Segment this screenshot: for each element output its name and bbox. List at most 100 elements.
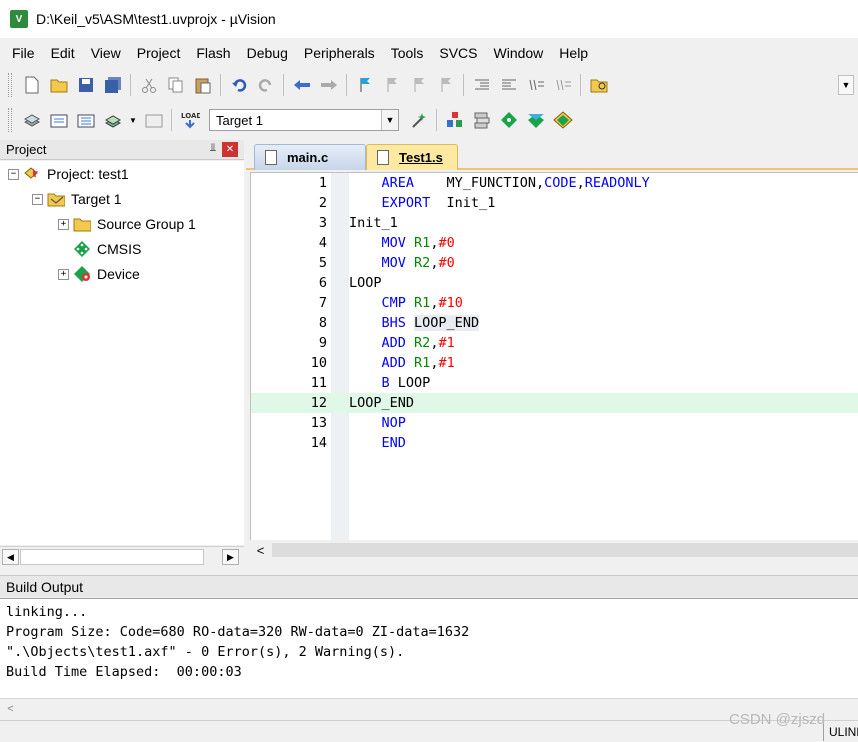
comment-icon[interactable] bbox=[524, 74, 547, 97]
paste-icon[interactable] bbox=[191, 74, 214, 97]
menu-svcs[interactable]: SVCS bbox=[431, 40, 485, 66]
tree-node-device[interactable]: + Device bbox=[58, 263, 140, 285]
navigate-back-icon[interactable] bbox=[290, 74, 313, 97]
code-line[interactable]: 2 EXPORT Init_1 bbox=[251, 193, 858, 213]
code-line-current[interactable]: 12 LOOP_END bbox=[251, 393, 858, 413]
project-hscrollbar[interactable]: ◀ ▶ bbox=[0, 546, 244, 566]
clear-bookmarks-icon[interactable] bbox=[434, 74, 457, 97]
project-icon bbox=[23, 165, 41, 183]
build-output-title: Build Output bbox=[6, 578, 84, 595]
menu-file[interactable]: File bbox=[4, 40, 43, 66]
navigate-forward-icon[interactable] bbox=[317, 74, 340, 97]
code-editor[interactable]: 1 AREA MY_FUNCTION,CODE,READONLY 2 EXPOR… bbox=[250, 172, 858, 549]
menu-window[interactable]: Window bbox=[486, 40, 552, 66]
manage-project-items-icon[interactable] bbox=[443, 109, 466, 132]
menu-debug[interactable]: Debug bbox=[239, 40, 296, 66]
tab-label: main.c bbox=[287, 150, 329, 165]
select-packs-icon[interactable] bbox=[524, 109, 547, 132]
code-line[interactable]: 7 CMP R1,#10 bbox=[251, 293, 858, 313]
new-file-icon[interactable] bbox=[20, 74, 43, 97]
toolbar-separator bbox=[580, 74, 581, 96]
code-line[interactable]: 6 LOOP bbox=[251, 273, 858, 293]
undo-icon[interactable] bbox=[227, 74, 250, 97]
menu-help[interactable]: Help bbox=[551, 40, 596, 66]
editor-hscrollbar[interactable]: < bbox=[250, 540, 858, 560]
file-toolbar: ▼ bbox=[0, 69, 858, 101]
code-line[interactable]: 10 ADD R1,#1 bbox=[251, 353, 858, 373]
target-select-value: Target 1 bbox=[216, 112, 263, 128]
save-all-icon[interactable] bbox=[101, 74, 124, 97]
toolbar-grip[interactable] bbox=[8, 73, 12, 97]
rebuild-icon[interactable] bbox=[74, 109, 97, 132]
uvision-icon: V bbox=[10, 10, 28, 28]
build-line: ".\Objects\test1.axf" - 0 Error(s), 2 Wa… bbox=[6, 644, 405, 660]
tree-node-project[interactable]: − Project: test1 bbox=[8, 163, 129, 185]
code-line[interactable]: 3 Init_1 bbox=[251, 213, 858, 233]
expand-icon[interactable]: + bbox=[58, 268, 69, 280]
stop-build-icon[interactable] bbox=[142, 109, 165, 132]
scroll-left-icon[interactable]: ◀ bbox=[2, 549, 19, 565]
translate-icon[interactable] bbox=[20, 109, 43, 132]
scroll-thumb[interactable] bbox=[272, 543, 858, 557]
tree-label-cmsis: CMSIS bbox=[97, 241, 142, 257]
target-folder-icon bbox=[47, 190, 65, 208]
toolbar-dropdown[interactable]: ▼ bbox=[838, 75, 854, 95]
code-line[interactable]: 1 AREA MY_FUNCTION,CODE,READONLY bbox=[251, 173, 858, 193]
tree-label-device: Device bbox=[97, 266, 140, 282]
toolbar-grip[interactable] bbox=[8, 108, 12, 132]
project-panel-header: Project ⫫ ✕ bbox=[0, 140, 244, 160]
code-line[interactable]: 11 B LOOP bbox=[251, 373, 858, 393]
unindent-icon[interactable] bbox=[497, 74, 520, 97]
tree-node-cmsis[interactable]: CMSIS bbox=[73, 238, 141, 260]
close-icon[interactable]: ✕ bbox=[222, 142, 238, 157]
collapse-icon[interactable]: − bbox=[8, 168, 19, 180]
code-line[interactable]: 9 ADD R2,#1 bbox=[251, 333, 858, 353]
chevron-down-icon[interactable]: ▼ bbox=[381, 110, 398, 130]
code-line[interactable]: 4 MOV R1,#0 bbox=[251, 233, 858, 253]
batch-build-dropdown[interactable]: ▼ bbox=[128, 109, 138, 132]
menu-view[interactable]: View bbox=[83, 40, 129, 66]
indent-icon[interactable] bbox=[470, 74, 493, 97]
target-select[interactable]: Target 1 ▼ bbox=[209, 109, 399, 131]
menu-flash[interactable]: Flash bbox=[188, 40, 238, 66]
scroll-thumb[interactable] bbox=[20, 549, 204, 565]
prev-bookmark-icon[interactable] bbox=[380, 74, 403, 97]
menu-tools[interactable]: Tools bbox=[383, 40, 432, 66]
diamond-component-icon bbox=[73, 240, 91, 258]
download-icon[interactable]: LOAD bbox=[178, 109, 201, 132]
code-line[interactable]: 5 MOV R2,#0 bbox=[251, 253, 858, 273]
tab-main-c[interactable]: main.c bbox=[254, 144, 366, 170]
cut-icon[interactable] bbox=[137, 74, 160, 97]
bookmark-icon[interactable] bbox=[353, 74, 376, 97]
menu-edit[interactable]: Edit bbox=[43, 40, 83, 66]
build-output-text[interactable]: linking... Program Size: Code=680 RO-dat… bbox=[0, 598, 858, 698]
target-options-icon[interactable] bbox=[407, 109, 430, 132]
uncomment-icon[interactable] bbox=[551, 74, 574, 97]
file-icon bbox=[265, 150, 277, 165]
menu-project[interactable]: Project bbox=[129, 40, 189, 66]
pack-installer-icon[interactable] bbox=[551, 109, 574, 132]
next-bookmark-icon[interactable] bbox=[407, 74, 430, 97]
open-folder-icon[interactable] bbox=[47, 74, 70, 97]
expand-icon[interactable]: + bbox=[58, 218, 69, 230]
batch-build-icon[interactable] bbox=[101, 109, 124, 132]
scroll-right-icon[interactable]: ▶ bbox=[222, 549, 239, 565]
file-extensions-icon[interactable] bbox=[470, 109, 493, 132]
find-in-files-icon[interactable] bbox=[587, 74, 610, 97]
tab-test1-s[interactable]: Test1.s bbox=[366, 144, 458, 170]
build-icon[interactable] bbox=[47, 109, 70, 132]
manage-rte-icon[interactable] bbox=[497, 109, 520, 132]
save-icon[interactable] bbox=[74, 74, 97, 97]
scroll-left-icon[interactable]: < bbox=[2, 701, 19, 717]
collapse-icon[interactable]: − bbox=[32, 193, 43, 205]
pin-icon[interactable]: ⫫ bbox=[210, 142, 216, 155]
code-line[interactable]: 13 NOP bbox=[251, 413, 858, 433]
copy-icon[interactable] bbox=[164, 74, 187, 97]
redo-icon[interactable] bbox=[254, 74, 277, 97]
menu-peripherals[interactable]: Peripherals bbox=[296, 40, 383, 66]
code-line[interactable]: 14 END bbox=[251, 433, 858, 453]
tree-node-target[interactable]: − Target 1 bbox=[32, 188, 122, 210]
code-line[interactable]: 8 BHS LOOP_END bbox=[251, 313, 858, 333]
tree-node-source-group[interactable]: + Source Group 1 bbox=[58, 213, 196, 235]
scroll-left-icon[interactable]: < bbox=[252, 542, 269, 558]
